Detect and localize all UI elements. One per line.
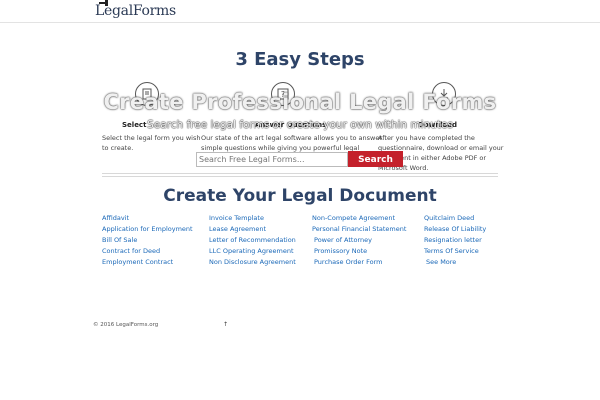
doc-link-personal-financial[interactable]: Personal Financial Statement xyxy=(312,225,406,233)
doc-link-employment-contract[interactable]: Employment Contract xyxy=(102,258,173,266)
doc-link-see-more[interactable]: See More xyxy=(426,258,456,266)
divider-top xyxy=(102,173,498,174)
doc-link-bill-of-sale[interactable]: Bill Of Sale xyxy=(102,236,137,244)
step-answer-desc: Our state of the art legal software allo… xyxy=(201,134,383,152)
hero-subtitle: Search free legal forms or create your o… xyxy=(147,119,453,131)
doc-link-lease-agreement[interactable]: Lease Agreement xyxy=(209,225,266,233)
doc-link-non-compete[interactable]: Non-Compete Agreement xyxy=(312,214,395,222)
footer-copyright: © 2016 LegalForms.org xyxy=(93,322,159,328)
search-input[interactable] xyxy=(196,152,348,167)
doc-link-contract-for-deed[interactable]: Contract for Deed xyxy=(102,247,160,255)
documents-title: Create Your Legal Document xyxy=(163,186,437,206)
site-header: LegalForms xyxy=(0,0,600,23)
divider-bottom xyxy=(102,176,498,177)
doc-link-promissory-note[interactable]: Promissory Note xyxy=(314,247,367,255)
doc-link-application-employment[interactable]: Application for Employment xyxy=(102,225,193,233)
hero-title: Create Professional Legal Forms xyxy=(103,90,497,114)
step-select-desc: Select the legal form you wish to create… xyxy=(102,134,201,152)
doc-link-power-of-attorney[interactable]: Power of Attorney xyxy=(314,236,372,244)
doc-link-affidavit[interactable]: Affidavit xyxy=(102,214,129,222)
steps-title: 3 Easy Steps xyxy=(235,49,365,70)
logo[interactable]: LegalForms xyxy=(95,3,176,19)
search-button[interactable]: Search xyxy=(348,151,403,167)
doc-link-resignation-letter[interactable]: Resignation letter xyxy=(424,236,482,244)
doc-link-non-disclosure[interactable]: Non Disclosure Agreement xyxy=(209,258,296,266)
doc-link-letter-recommendation[interactable]: Letter of Recommendation xyxy=(209,236,296,244)
doc-link-purchase-order[interactable]: Purchase Order Form xyxy=(314,258,383,266)
doc-link-release-liability[interactable]: Release Of Liability xyxy=(424,225,486,233)
doc-link-invoice-template[interactable]: Invoice Template xyxy=(209,214,264,222)
back-to-top-icon[interactable]: ↑ xyxy=(223,321,228,328)
doc-link-quitclaim-deed[interactable]: Quitclaim Deed xyxy=(424,214,474,222)
doc-link-llc-operating[interactable]: LLC Operating Agreement xyxy=(209,247,294,255)
doc-link-terms-of-service[interactable]: Terms Of Service xyxy=(424,247,479,255)
